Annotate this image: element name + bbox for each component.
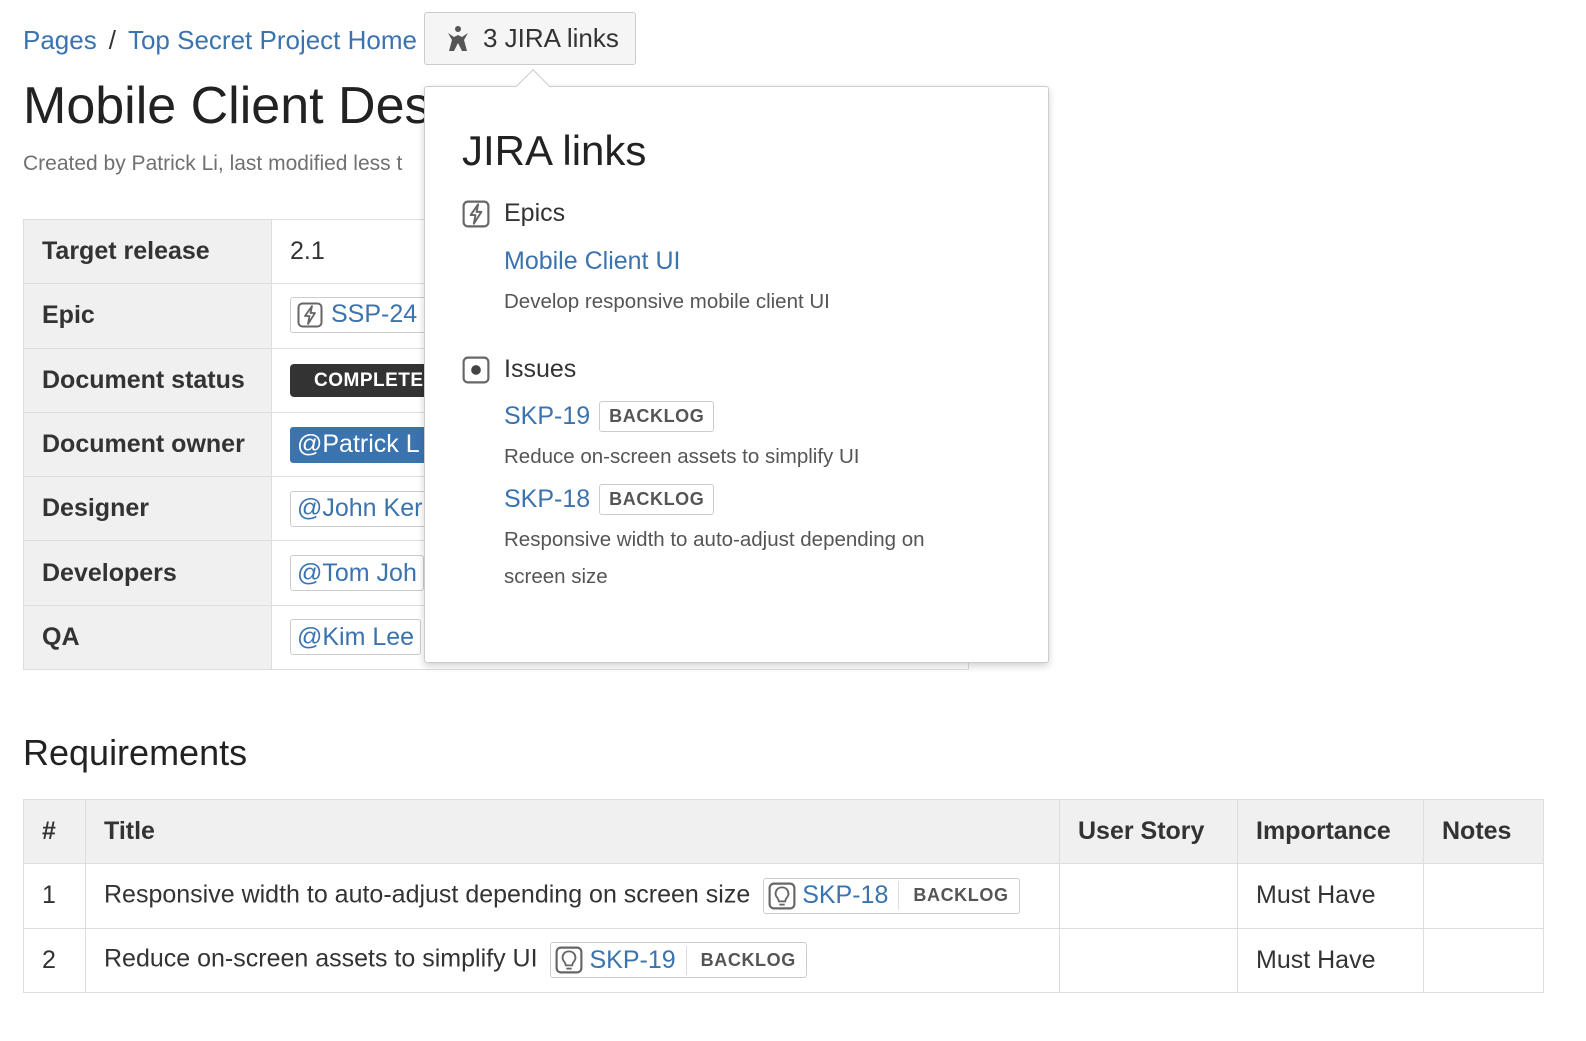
table-header-row: # Title User Story Importance Notes [23, 798, 1544, 865]
status-lozenge: BACKLOG [599, 401, 715, 432]
issue-description: Responsive width to auto-adjust dependin… [504, 528, 925, 588]
epic-description: Develop responsive mobile client UI [504, 290, 830, 313]
breadcrumb-parent-link[interactable]: Top Secret Project Home [128, 25, 417, 56]
issue-description: Reduce on-screen assets to simplify UI [504, 445, 860, 468]
user-mention-developer[interactable]: @Tom Joh [290, 555, 424, 592]
breadcrumb-separator: / [108, 24, 116, 55]
property-key: Document owner [23, 411, 272, 478]
property-key: Developers [23, 540, 272, 606]
issue-key-link[interactable]: SKP-19 [504, 402, 590, 431]
breadcrumb-pages-link[interactable]: Pages [23, 25, 97, 56]
jira-icon [448, 25, 468, 51]
notes-cell [1423, 927, 1544, 993]
issues-label: Issues [504, 355, 577, 383]
notes-cell [1423, 863, 1544, 929]
popup-issue: SKP-19 BACKLOG [504, 401, 715, 432]
table-row: 1 Responsive width to auto-adjust depend… [23, 863, 1544, 929]
requirement-title-cell: Responsive width to auto-adjust dependin… [85, 863, 1060, 929]
story-icon [556, 946, 583, 974]
epics-section-header: Epics [462, 199, 565, 228]
epics-label: Epics [504, 199, 566, 227]
issue-link[interactable]: SKP-18 BACKLOG [763, 877, 1020, 914]
user-mention-qa[interactable]: @Kim Lee [290, 619, 422, 656]
property-key: Epic [23, 283, 272, 349]
requirements-heading: Requirements [23, 732, 248, 773]
status-lozenge: BACKLOG [685, 945, 796, 975]
status-lozenge: BACKLOG [898, 881, 1009, 911]
property-key: Designer [23, 476, 272, 542]
breadcrumb: Pages / Top Secret Project Home [23, 22, 417, 58]
epic-icon [297, 302, 323, 328]
epic-icon [462, 200, 490, 227]
requirement-title-cell: Reduce on-screen assets to simplify UI S… [85, 927, 1060, 993]
requirement-title: Reduce on-screen assets to simplify UI [104, 944, 538, 973]
issue-key-link[interactable]: SKP-18 [504, 485, 590, 514]
property-key: Target release [23, 218, 272, 285]
property-key: QA [23, 604, 272, 671]
story-icon [768, 882, 796, 910]
jira-links-button-label: 3 JIRA links [483, 23, 619, 53]
importance-cell: Must Have [1237, 927, 1424, 993]
user-story-cell [1059, 863, 1238, 929]
user-story-cell [1059, 927, 1238, 993]
column-header: User Story [1059, 798, 1238, 865]
column-header: # [23, 798, 86, 865]
row-number: 2 [23, 927, 86, 993]
requirements-table: # Title User Story Importance Notes 1 Re… [23, 798, 1544, 993]
jira-links-button[interactable]: 3 JIRA links [424, 12, 636, 65]
column-header: Importance [1237, 798, 1424, 865]
page-title: Mobile Client Des [23, 77, 431, 135]
epic-link[interactable]: SSP-24 [290, 296, 427, 333]
popup-title: JIRA links [462, 127, 647, 174]
status-lozenge: COMPLETE [290, 363, 444, 397]
popup-arrow [516, 69, 550, 103]
property-key: Document status [23, 347, 272, 413]
issue-key: SKP-19 [589, 945, 676, 974]
user-mention-owner[interactable]: @Patrick L [290, 426, 427, 463]
issue-key: SKP-18 [802, 881, 889, 910]
status-lozenge: BACKLOG [599, 484, 715, 515]
jira-links-popup: JIRA links Epics Mobile Client UI Develo… [424, 69, 1049, 663]
column-header: Title [85, 798, 1060, 865]
requirement-title: Responsive width to auto-adjust dependin… [104, 880, 751, 909]
epic-name-link[interactable]: Mobile Client UI [504, 247, 680, 276]
issue-icon [462, 356, 490, 383]
issues-section-header: Issues [462, 355, 576, 384]
table-row: 2 Reduce on-screen assets to simplify UI… [23, 927, 1544, 993]
popup-issue: SKP-18 BACKLOG [504, 484, 715, 515]
page-meta: Created by Patrick Li, last modified les… [23, 152, 403, 175]
row-number: 1 [23, 863, 86, 929]
user-mention-designer[interactable]: @John Ker [290, 490, 430, 527]
importance-cell: Must Have [1237, 863, 1424, 929]
epic-link-label: SSP-24 [331, 300, 418, 329]
column-header: Notes [1423, 798, 1544, 865]
issue-link[interactable]: SKP-19 BACKLOG [550, 942, 807, 979]
